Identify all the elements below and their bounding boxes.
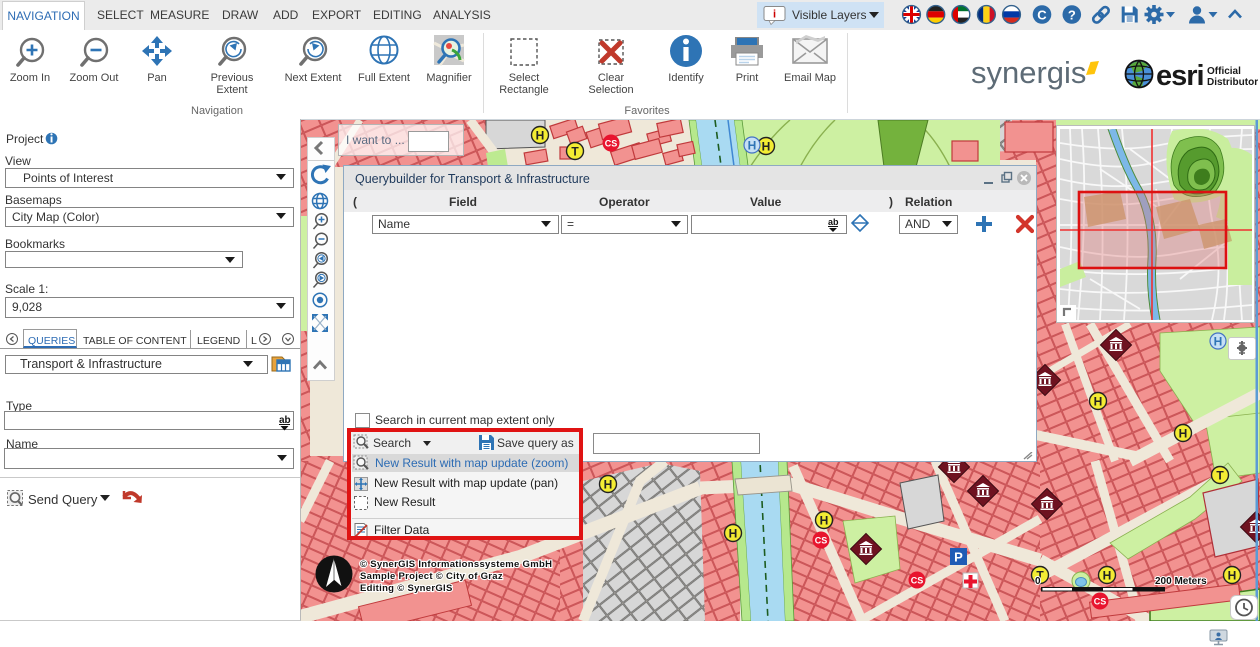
svg-text:H: H [1179,427,1188,441]
svg-text:CS: CS [1094,597,1107,607]
svg-text:CS: CS [605,139,618,149]
svg-text:Official: Official [1207,66,1241,77]
svg-text:P: P [954,550,963,565]
svg-text:H: H [729,527,738,541]
svg-text:C: C [1037,8,1047,23]
svg-text:Editing © SynerGIS: Editing © SynerGIS [360,583,453,594]
svg-text:H: H [748,139,757,153]
svg-text:?: ? [1068,8,1076,23]
svg-text:Visible Layers: Visible Layers [792,8,866,22]
svg-text:ab: ab [828,217,839,227]
svg-text:synergis: synergis [971,55,1086,90]
svg-text:CS: CS [815,536,828,546]
svg-text:H: H [820,514,829,528]
svg-text:Distributor: Distributor [1207,77,1258,88]
svg-text:CS: CS [911,576,924,586]
svg-text:esri: esri [1156,60,1204,92]
svg-text:H: H [1094,395,1103,409]
svg-text:H: H [762,140,771,154]
svg-text:i: i [773,9,776,21]
svg-text:T: T [571,145,579,159]
svg-text:H: H [1214,335,1223,349]
svg-text:0: 0 [1035,576,1041,587]
svg-text:200 Meters: 200 Meters [1155,576,1207,587]
svg-text:© SynerGIS Informationssysteme: © SynerGIS Informationssysteme GmbH [360,559,552,570]
svg-text:H: H [1103,569,1112,583]
svg-text:T: T [1216,469,1224,483]
svg-text:H: H [536,129,545,143]
svg-text:Sample Project © City of Graz: Sample Project © City of Graz [360,571,503,582]
svg-text:H: H [1228,569,1237,583]
svg-text:H: H [604,478,613,492]
